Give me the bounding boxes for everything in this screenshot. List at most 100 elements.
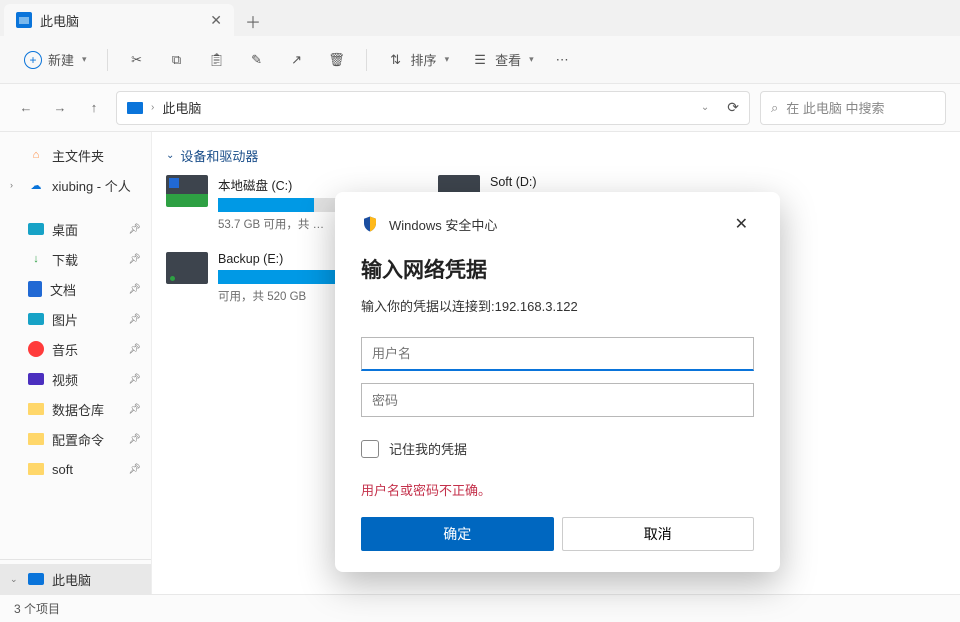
sidebar-item-label: xiubing - 个人 (52, 176, 131, 195)
sidebar-item-thispc[interactable]: ⌄ 此电脑 (0, 564, 151, 594)
group-header-devices[interactable]: ⌄ 设备和驱动器 (166, 146, 946, 165)
cut-button[interactable]: ✂ (120, 44, 154, 76)
sidebar-item-label: 图片 (52, 310, 78, 329)
more-icon: ⋯ (556, 52, 569, 68)
search-placeholder: 在 此电脑 中搜索 (786, 98, 884, 117)
refresh-button[interactable]: ⟳ (727, 99, 739, 116)
view-icon: ☰ (471, 51, 489, 69)
view-button[interactable]: ☰ 查看 ▾ (463, 44, 542, 76)
sidebar-item-music[interactable]: 音乐 📌︎ (0, 334, 151, 364)
sidebar-item-soft[interactable]: soft 📌︎ (0, 454, 151, 484)
pin-icon: 📌︎ (128, 374, 141, 385)
pin-icon: 📌︎ (128, 314, 141, 325)
paste-button[interactable]: 📋︎ (200, 44, 234, 76)
share-button[interactable]: ↗ (280, 44, 314, 76)
close-button[interactable]: ✕ (729, 212, 754, 236)
sidebar-item-label: soft (52, 462, 73, 477)
sidebar-item-config[interactable]: 配置命令 📌︎ (0, 424, 151, 454)
remember-checkbox[interactable] (361, 440, 379, 458)
separator (107, 49, 108, 71)
sidebar-item-desktop[interactable]: 桌面 📌︎ (0, 214, 151, 244)
sidebar-item-downloads[interactable]: ↓ 下载 📌︎ (0, 244, 151, 274)
pin-icon: 📌︎ (128, 404, 141, 415)
sidebar-item-label: 桌面 (52, 220, 78, 239)
sidebar-item-label: 文档 (50, 280, 76, 299)
sidebar-item-videos[interactable]: 视频 📌︎ (0, 364, 151, 394)
pin-icon: 📌︎ (128, 344, 141, 355)
shield-icon (361, 214, 379, 234)
folder-icon (28, 463, 44, 475)
expand-icon[interactable]: ⌄ (10, 574, 20, 585)
sidebar-item-label: 此电脑 (52, 570, 91, 589)
back-button[interactable]: ← (14, 96, 38, 120)
address-bar[interactable]: › 此电脑 ⌄ ⟳ (116, 91, 750, 125)
drive-icon (166, 252, 208, 284)
sidebar-item-label: 主文件夹 (52, 146, 104, 165)
desktop-icon (28, 223, 44, 235)
chevron-right-icon: › (151, 102, 154, 113)
new-tab-button[interactable]: ＋ (238, 6, 268, 36)
dialog-title: 输入网络凭据 (361, 254, 754, 284)
sidebar-item-label: 配置命令 (52, 430, 104, 449)
pin-icon: 📌︎ (128, 434, 141, 445)
sidebar-item-label: 音乐 (52, 340, 78, 359)
rename-icon: ✎ (248, 51, 266, 69)
breadcrumb[interactable]: 此电脑 (162, 98, 201, 117)
sidebar-item-documents[interactable]: 文档 📌︎ (0, 274, 151, 304)
download-icon: ↓ (28, 251, 44, 267)
status-text: 3 个项目 (14, 600, 60, 617)
up-button[interactable]: ↑ (82, 96, 106, 120)
rename-button[interactable]: ✎ (240, 44, 274, 76)
pictures-icon (28, 313, 44, 325)
pc-icon (16, 12, 32, 28)
folder-icon (28, 433, 44, 445)
video-icon (28, 373, 44, 385)
copy-icon: ⧉ (168, 51, 186, 69)
tab-title: 此电脑 (40, 11, 79, 30)
sidebar-item-label: 数据仓库 (52, 400, 104, 419)
delete-button[interactable]: 🗑︎ (320, 44, 354, 76)
dialog-header: Windows 安全中心 (389, 215, 497, 234)
username-input[interactable] (361, 337, 754, 371)
share-icon: ↗ (288, 51, 306, 69)
ok-button[interactable]: 确定 (361, 517, 554, 551)
chevron-down-icon: ▾ (82, 54, 87, 65)
address-history-chevron[interactable]: ⌄ (701, 102, 709, 113)
chevron-down-icon: ▾ (445, 54, 450, 65)
password-input[interactable] (361, 383, 754, 417)
pin-icon: 📌︎ (128, 254, 141, 265)
sort-button[interactable]: ⇅ 排序 ▾ (379, 44, 458, 76)
cancel-button[interactable]: 取消 (562, 517, 755, 551)
chevron-down-icon: ⌄ (166, 150, 174, 161)
plus-icon: + (24, 51, 42, 69)
nav-row: ← → ↑ › 此电脑 ⌄ ⟳ ⌕ 在 此电脑 中搜索 (0, 84, 960, 132)
document-icon (28, 281, 42, 297)
sidebar-item-home[interactable]: ⌂ 主文件夹 (0, 140, 151, 170)
sidebar-item-datawarehouse[interactable]: 数据仓库 📌︎ (0, 394, 151, 424)
paste-icon: 📋︎ (208, 51, 226, 69)
search-input[interactable]: ⌕ 在 此电脑 中搜索 (760, 91, 946, 125)
sort-icon: ⇅ (387, 51, 405, 69)
tab-thispc[interactable]: 此电脑 ✕ (4, 4, 234, 36)
pin-icon: 📌︎ (128, 464, 141, 475)
sidebar-item-onedrive[interactable]: ›☁ xiubing - 个人 (0, 170, 151, 200)
expand-icon[interactable]: › (10, 180, 20, 190)
new-button[interactable]: + 新建 ▾ (16, 44, 95, 76)
more-button[interactable]: ⋯ (548, 44, 577, 76)
close-icon[interactable]: ✕ (210, 12, 222, 29)
cut-icon: ✂ (128, 51, 146, 69)
sort-label: 排序 (411, 50, 437, 69)
sidebar-item-label: 下载 (52, 250, 78, 269)
tabs-bar: 此电脑 ✕ ＋ (0, 0, 960, 36)
sidebar-item-pictures[interactable]: 图片 📌︎ (0, 304, 151, 334)
search-icon: ⌕ (771, 100, 778, 116)
copy-button[interactable]: ⧉ (160, 44, 194, 76)
folder-icon (28, 403, 44, 415)
group-title: 设备和驱动器 (180, 146, 258, 165)
sidebar: ⌂ 主文件夹 ›☁ xiubing - 个人 桌面 📌︎ ↓ 下载 📌︎ 文档 … (0, 132, 152, 594)
forward-button[interactable]: → (48, 96, 72, 120)
credential-dialog: Windows 安全中心 ✕ 输入网络凭据 输入你的凭据以连接到:192.168… (335, 192, 780, 572)
usage-fill (218, 198, 314, 212)
home-icon: ⌂ (28, 147, 44, 163)
pc-icon (28, 573, 44, 585)
